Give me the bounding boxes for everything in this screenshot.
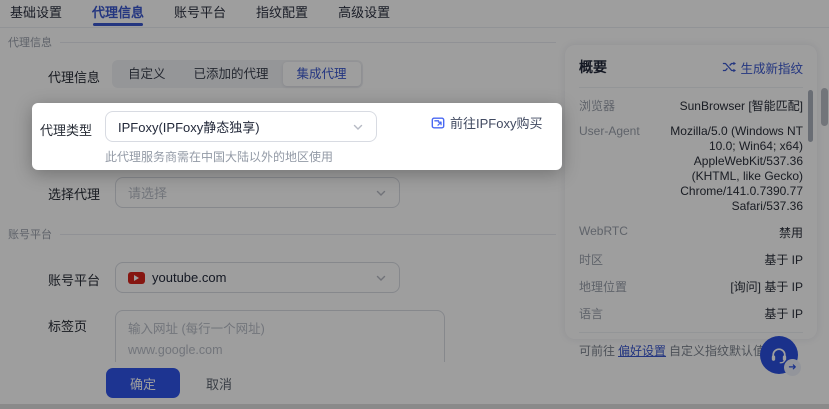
chevron-down-icon (352, 121, 364, 133)
external-link-icon (431, 116, 445, 130)
proxy-type-hint: 此代理服务商需在中国大陆以外的地区使用 (105, 148, 333, 165)
proxy-type-value: IPFoxy(IPFoxy静态独享) (118, 117, 344, 136)
tour-spotlight-proxy-type: 代理类型 IPFoxy(IPFoxy静态独享) 前往IPFoxy购买 此代理服务… (32, 103, 562, 170)
dim-overlay (0, 0, 829, 409)
buy-ipfoxy-label: 前往IPFoxy购买 (450, 113, 542, 132)
proxy-type-dropdown[interactable]: IPFoxy(IPFoxy静态独享) (105, 111, 377, 142)
buy-ipfoxy-link[interactable]: 前往IPFoxy购买 (431, 113, 542, 132)
profile-edit-dialog: 基础设置 代理信息 账号平台 指纹配置 高级设置 代理信息 代理信息 自定义 已… (0, 0, 829, 409)
proxy-type-label: 代理类型 (40, 120, 92, 139)
